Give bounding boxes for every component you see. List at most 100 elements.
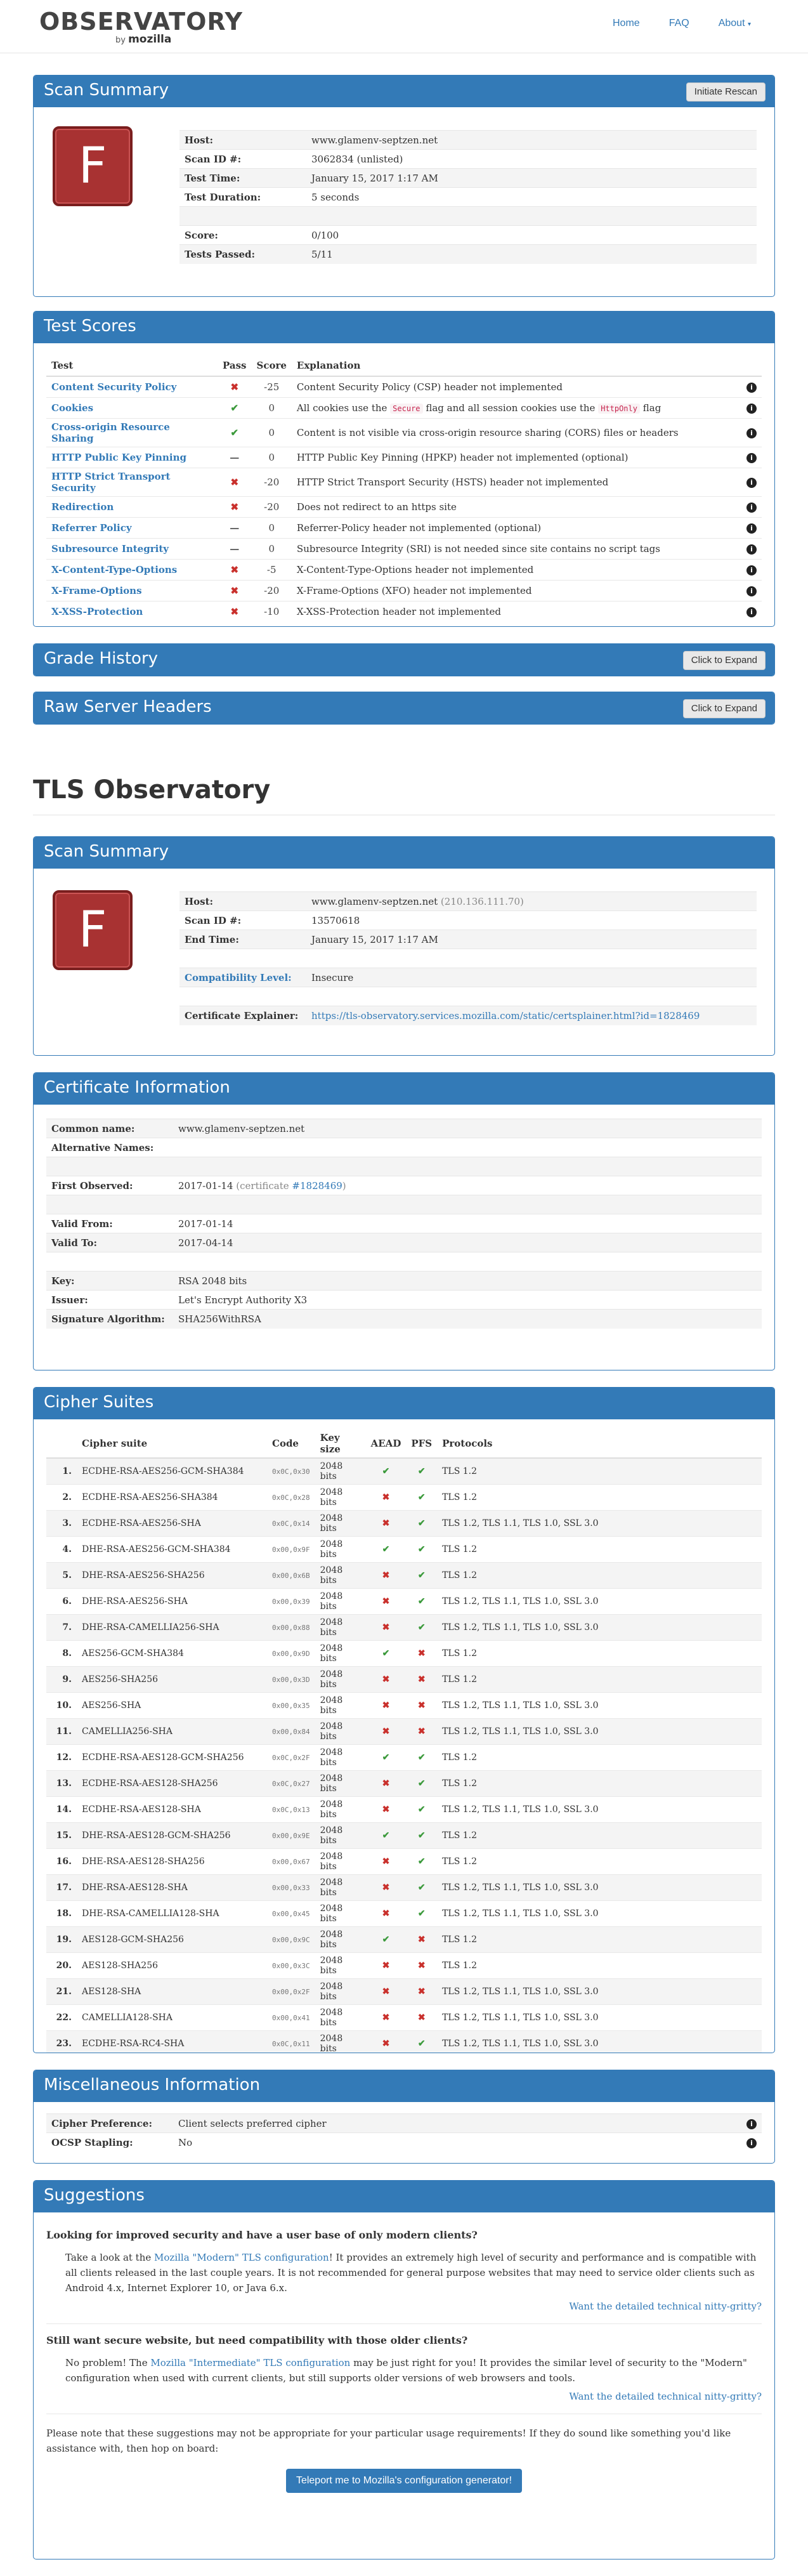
- test-name-link[interactable]: X-Content-Type-Options: [46, 558, 218, 580]
- cert-explainer-link[interactable]: https://tls-observatory.services.mozilla…: [311, 1010, 700, 1022]
- info-icon[interactable]: i: [746, 453, 757, 463]
- cipher-index: 20.: [46, 1952, 77, 1979]
- alt-names-label: Alternative Names:: [46, 1138, 173, 1157]
- explanation-text: flag and all session cookies use the: [426, 402, 596, 414]
- raw-headers-expand-button[interactable]: Click to Expand: [682, 699, 766, 718]
- cipher-row: 23. ECDHE-RSA-RC4-SHA 0x0C,0x11 2048 bits ✖ ✔…: [46, 2030, 762, 2053]
- info-icon[interactable]: i: [746, 404, 757, 414]
- compatibility-level-link[interactable]: Compatibility Level:: [179, 968, 306, 987]
- modern-text-pre: Take a look at the: [65, 2252, 152, 2263]
- pfs-yes-icon: ✔: [406, 1900, 438, 1927]
- cipher-suite-name: AES128-SHA256: [77, 1952, 267, 1979]
- cipher-protocols: TLS 1.2: [437, 1770, 762, 1797]
- tls-scan-summary-title: Scan Summary: [44, 842, 169, 861]
- test-name-link[interactable]: Cross-origin Resource Sharing: [46, 417, 218, 447]
- modern-config-link[interactable]: Mozilla "Modern" TLS configuration: [154, 2252, 329, 2263]
- info-icon[interactable]: i: [746, 2119, 757, 2129]
- tls-endtime-value: January 15, 2017 1:17 AM: [306, 930, 757, 949]
- cipher-index: 16.: [46, 1848, 77, 1875]
- pfs-yes-icon: ✔: [406, 1770, 438, 1797]
- test-scores-panel: Test Scores Test Pass Score Explanation …: [33, 311, 775, 627]
- test-score: 0: [251, 537, 292, 559]
- scan-summary-label: Host:: [179, 130, 306, 150]
- suggestions-title: Suggestions: [44, 2186, 145, 2205]
- info-icon[interactable]: i: [746, 503, 757, 513]
- cipher-key-size: 2048 bits: [315, 1796, 366, 1823]
- common-name-label: Common name:: [46, 1119, 173, 1138]
- certificate-id-link[interactable]: #1828469: [292, 1180, 342, 1192]
- first-observed-date: 2017-01-14: [178, 1180, 233, 1192]
- top-navbar: OBSERVATORY by mozilla Home FAQ About ▾: [0, 0, 808, 53]
- scan-summary-row: Test Time: January 15, 2017 1:17 AM: [179, 168, 757, 188]
- grade-history-expand-button[interactable]: Click to Expand: [682, 651, 766, 670]
- tls-scan-summary-heading: Scan Summary: [34, 837, 774, 869]
- info-icon[interactable]: i: [746, 607, 757, 618]
- test-name-link[interactable]: Redirection: [46, 496, 218, 517]
- tls-host: www.glamenv-septzen.net: [311, 895, 438, 907]
- cipher-suite-name: DHE-RSA-CAMELLIA256-SHA: [77, 1614, 267, 1641]
- col-protocols: Protocols: [437, 1429, 762, 1459]
- test-name-link[interactable]: X-XSS-Protection: [46, 600, 218, 622]
- test-name-link[interactable]: Referrer Policy: [46, 516, 218, 538]
- initiate-rescan-button[interactable]: Initiate Rescan: [686, 82, 766, 102]
- test-name-link[interactable]: HTTP Public Key Pinning: [46, 446, 218, 468]
- info-icon[interactable]: i: [746, 586, 757, 596]
- cipher-row: 7. DHE-RSA-CAMELLIA256-SHA 0x00,0x88 2048 b…: [46, 1614, 762, 1641]
- intermediate-config-link[interactable]: Mozilla "Intermediate" TLS configuration: [150, 2357, 350, 2369]
- cipher-suite-name: ECDHE-RSA-AES128-GCM-SHA256: [77, 1744, 267, 1771]
- info-icon[interactable]: i: [746, 428, 757, 438]
- cipher-protocols: TLS 1.2: [437, 1952, 762, 1979]
- test-score: 0: [251, 417, 292, 447]
- test-scores-table: Test Pass Score Explanation Content Secu…: [46, 355, 762, 622]
- cipher-suites-title: Cipher Suites: [44, 1393, 154, 1412]
- cipher-suite-name: CAMELLIA256-SHA: [77, 1718, 267, 1745]
- cipher-key-size: 2048 bits: [315, 1614, 366, 1641]
- test-name-link[interactable]: X-Frame-Options: [46, 579, 218, 601]
- info-cell: i: [741, 467, 762, 496]
- col-aead: AEAD: [365, 1429, 407, 1459]
- nav-about-dropdown[interactable]: About ▾: [719, 18, 751, 29]
- test-name-link[interactable]: Subresource Integrity: [46, 537, 218, 559]
- cipher-code: 0x00,0x67: [267, 1848, 315, 1875]
- info-cell: i: [741, 446, 762, 468]
- signature-algorithm-value: SHA256WithRSA: [173, 1309, 762, 1329]
- cipher-protocols: TLS 1.2: [437, 1666, 762, 1693]
- scan-summary-label: Tests Passed:: [179, 244, 306, 264]
- cipher-index: 14.: [46, 1796, 77, 1823]
- info-icon[interactable]: i: [746, 383, 757, 393]
- neutral-icon: —: [218, 446, 252, 468]
- test-name-link[interactable]: HTTP Strict Transport Security: [46, 467, 218, 496]
- info-icon[interactable]: i: [746, 478, 757, 488]
- nav-home-link[interactable]: Home: [613, 18, 640, 29]
- intermediate-nitty-gritty-link[interactable]: Want the detailed technical nitty-gritty…: [569, 2391, 762, 2402]
- cipher-protocols: TLS 1.2, TLS 1.1, TLS 1.0, SSL 3.0: [437, 1692, 762, 1719]
- cipher-row: 13. ECDHE-RSA-AES128-SHA256 0x0C,0x27 2048 …: [46, 1770, 762, 1797]
- info-icon[interactable]: i: [746, 544, 757, 555]
- tls-endtime-label: End Time:: [179, 930, 306, 949]
- modern-nitty-gritty-link[interactable]: Want the detailed technical nitty-gritty…: [569, 2301, 762, 2312]
- test-name-link[interactable]: Content Security Policy: [46, 376, 218, 397]
- info-icon[interactable]: i: [746, 2138, 757, 2149]
- cert-id-prefix: (certificate: [236, 1180, 292, 1192]
- main-nav: Home FAQ About ▾: [613, 18, 751, 29]
- cipher-code: 0x00,0x9E: [267, 1822, 315, 1849]
- pfs-yes-icon: ✔: [406, 1822, 438, 1849]
- cipher-index: 17.: [46, 1874, 77, 1901]
- aead-yes-icon: ✔: [365, 1640, 407, 1667]
- info-icon[interactable]: i: [746, 565, 757, 575]
- cipher-row: 10. AES256-SHA 0x00,0x35 2048 bits ✖ ✖ TLS 1.2…: [46, 1692, 762, 1719]
- config-generator-button[interactable]: Teleport me to Mozilla's configuration g…: [285, 2469, 523, 2493]
- info-icon[interactable]: i: [746, 523, 757, 534]
- nav-faq-link[interactable]: FAQ: [669, 18, 689, 29]
- scan-summary-title: Scan Summary: [44, 81, 169, 100]
- observatory-logo[interactable]: OBSERVATORY: [39, 8, 243, 36]
- test-scores-title: Test Scores: [44, 317, 136, 336]
- test-name-link[interactable]: Cookies: [46, 397, 218, 418]
- tls-scan-summary-panel: Scan Summary F Host: www.glamenv-septzen.…: [33, 836, 775, 1056]
- misc-info-panel: Miscellaneous Information Cipher Prefere…: [33, 2070, 775, 2164]
- test-row: HTTP Strict Transport Security ✖ -20 HTTP S…: [46, 467, 762, 496]
- common-name-value: www.glamenv-septzen.net: [173, 1119, 762, 1138]
- cipher-code: 0x00,0x35: [267, 1692, 315, 1719]
- cipher-key-size: 2048 bits: [315, 1744, 366, 1771]
- signature-algorithm-label: Signature Algorithm:: [46, 1309, 173, 1329]
